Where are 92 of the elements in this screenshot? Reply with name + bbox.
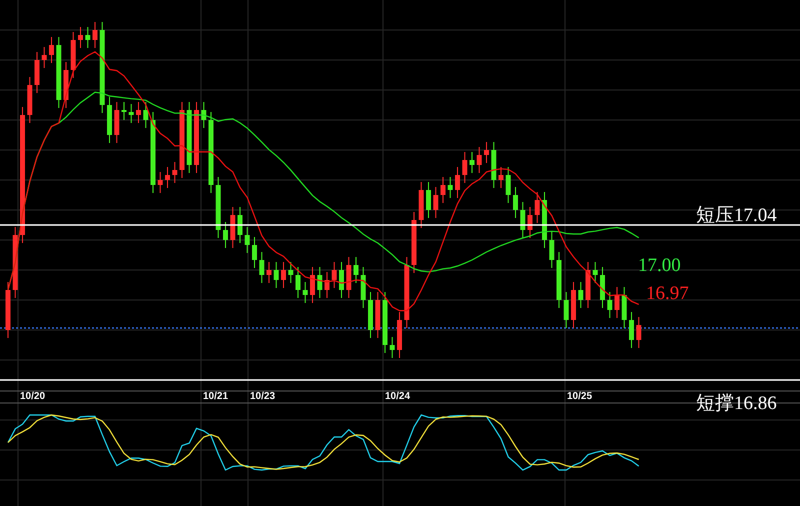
candlestick [317,266,322,298]
candlestick [629,312,634,348]
candlestick [382,292,388,354]
candlestick [12,226,18,298]
candlestick [122,102,126,120]
candlestick [186,102,192,174]
candlestick [346,256,352,298]
candlestick [404,256,410,328]
candlestick [520,202,526,238]
candlestick [491,142,496,188]
candlestick [201,102,206,128]
candlestick [70,32,76,78]
candlestick [470,152,474,174]
candlestick [368,292,373,338]
candlestick [172,162,178,184]
candlestick [360,266,366,308]
candlestick [433,186,438,218]
candlestick [216,176,221,238]
candlestick [158,172,163,194]
candlestick [622,286,627,328]
candlestick [6,282,10,338]
candlestick [274,262,279,288]
candlestick [302,282,308,304]
candlestick [136,102,141,124]
candlestick [534,192,540,224]
moving-average-value: 16.97 [646,283,689,304]
candlestick [266,262,272,284]
candlestick [586,262,590,308]
date-label: 10/21 [203,391,228,402]
candlestick [230,206,236,248]
candlestick [614,286,620,318]
candlestick [528,206,532,238]
moving-average-value: 17.00 [638,255,681,276]
candlestick [578,282,584,308]
candlestick [78,26,83,48]
candlestick [600,266,605,308]
price-level-label: 短撑16.86 [696,393,777,414]
candlestick [238,206,242,244]
candlestick [114,102,120,144]
candlestick [56,36,62,108]
candlestick [390,336,395,358]
candlestick [128,104,134,124]
candlestick [244,226,250,254]
candlestick [339,262,344,298]
candlestick [281,262,286,288]
candlestick [259,252,264,284]
candlestick [324,272,330,298]
candlestick [564,292,569,328]
candlestick [85,26,90,48]
candlestick [27,76,32,124]
candlestick [354,256,358,284]
candlestick [397,312,402,358]
candlestick [34,52,40,94]
candlestick [462,152,468,184]
candlestick [49,36,54,64]
candlestick [194,102,199,174]
candlestick [296,266,300,298]
candlestick [288,262,294,284]
candlestick [412,212,416,274]
candlestick [592,262,598,284]
candlestick [636,316,642,348]
candlestick [549,232,554,268]
candlestick [426,182,431,218]
candlestick [542,192,547,248]
candlestick [42,46,47,68]
candlestick [455,166,460,198]
candlestick [107,96,112,144]
candlestick [165,166,170,188]
candlestick [332,262,337,288]
candlestick [418,182,424,228]
date-label: 10/24 [385,391,410,402]
candlestick [375,292,380,338]
candlestick [252,236,257,268]
candlestick [92,22,98,48]
candlestick [143,102,148,128]
price-level-label: 短压17.04 [696,205,777,226]
candlestick [513,186,518,218]
candlestick [607,292,612,318]
candlestick [440,176,446,204]
candlestick [506,166,511,204]
candlestick [223,222,228,248]
candlestick [64,62,68,108]
candlestick [448,176,453,198]
date-label: 10/25 [567,391,592,402]
candlestick [484,142,489,164]
candlestick [476,146,482,174]
date-label: 10/23 [250,391,276,402]
candlestick [571,282,576,328]
candlestick [498,166,504,188]
candlestick [556,252,562,308]
candlestick [310,266,315,304]
date-label: 10/20 [20,391,46,402]
